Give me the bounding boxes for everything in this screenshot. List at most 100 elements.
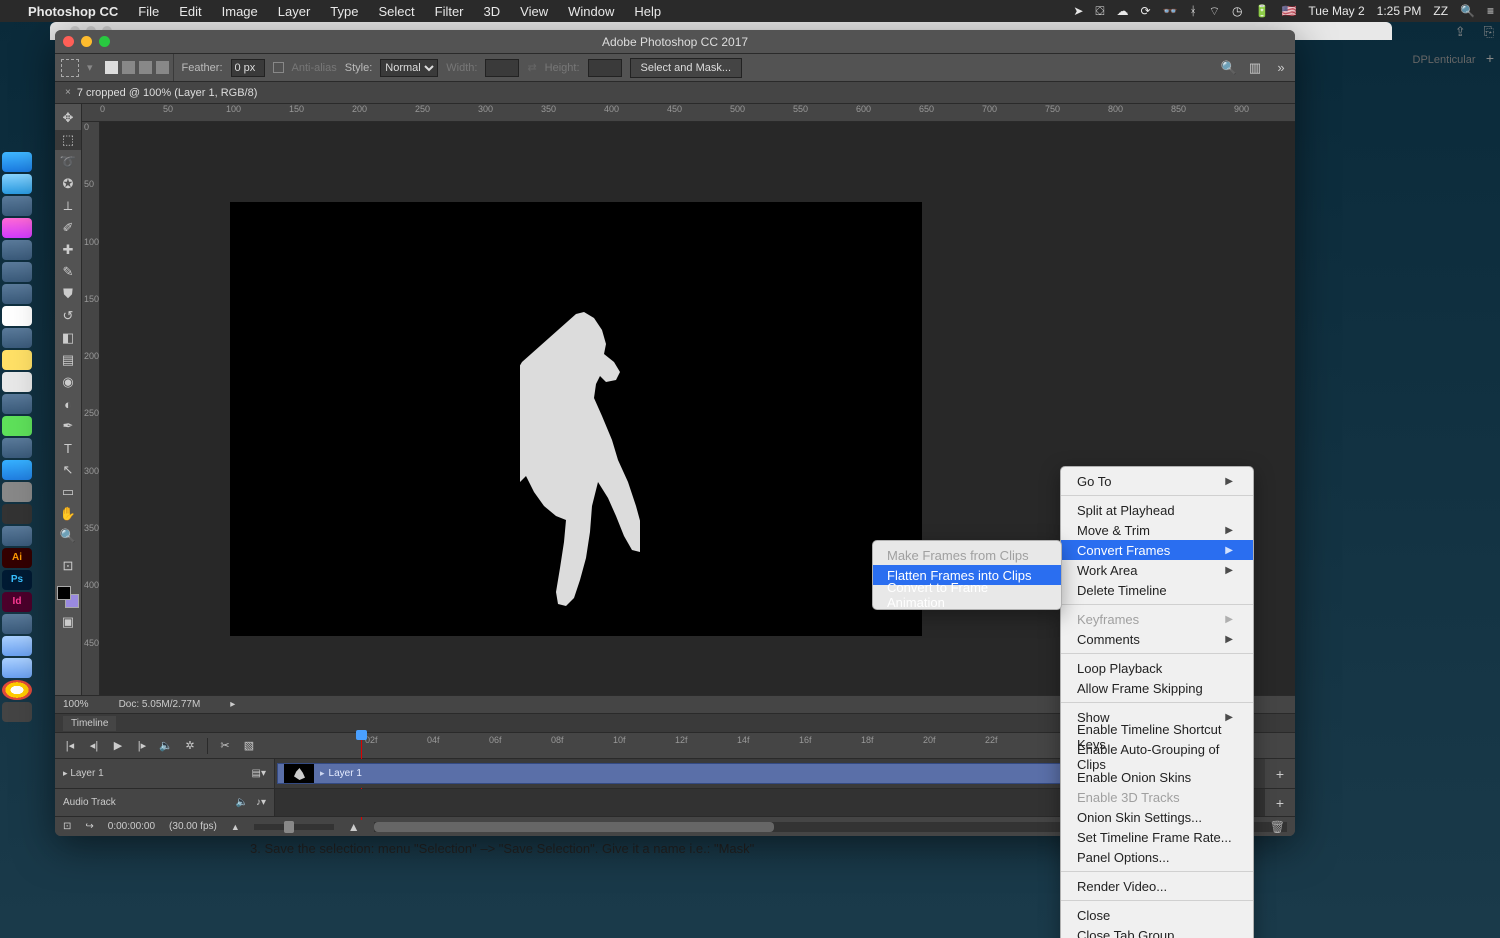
- menu-item[interactable]: Convert Frames▶Make Frames from ClipsFla…: [1061, 540, 1253, 560]
- go-to-first-icon[interactable]: |◂: [63, 739, 77, 752]
- tool-brush[interactable]: ✎: [55, 262, 81, 282]
- status-arrow-icon[interactable]: ▸: [230, 699, 235, 710]
- prev-frame-icon[interactable]: ◂|: [87, 739, 101, 752]
- fg-bg-colors[interactable]: [55, 584, 81, 610]
- layer-options-icon[interactable]: ▤▾: [252, 768, 266, 779]
- dock-app[interactable]: [2, 372, 32, 392]
- tool-blur[interactable]: ◉: [55, 372, 81, 392]
- dock-app[interactable]: [2, 284, 32, 304]
- selection-add-icon[interactable]: [122, 61, 135, 74]
- search-icon[interactable]: 🔍: [1221, 60, 1237, 76]
- menu-item[interactable]: Panel Options...: [1061, 847, 1253, 867]
- zoom-level[interactable]: 100%: [63, 699, 89, 710]
- dock-app[interactable]: [2, 526, 32, 546]
- menu-item[interactable]: Move & Trim▶: [1061, 520, 1253, 540]
- selection-new-icon[interactable]: [105, 61, 118, 74]
- dock-app[interactable]: [2, 240, 32, 260]
- background-new-tab[interactable]: +: [1480, 50, 1500, 66]
- menubar-list-icon[interactable]: ≡: [1487, 4, 1494, 18]
- wifi-icon[interactable]: ⌔: [1209, 4, 1220, 19]
- tool-lasso[interactable]: ➰: [55, 152, 81, 172]
- dock-folder[interactable]: [2, 636, 32, 656]
- menu-item[interactable]: Enable Auto-Grouping of Clips: [1061, 747, 1253, 767]
- menu-item[interactable]: Allow Frame Skipping: [1061, 678, 1253, 698]
- tool-type[interactable]: T: [55, 438, 81, 458]
- menu-item[interactable]: Close Tab Group: [1061, 925, 1253, 938]
- submenu-item[interactable]: Convert to Frame Animation: [873, 585, 1061, 605]
- flag-icon[interactable]: 🇺🇸: [1281, 4, 1296, 18]
- dock-app[interactable]: [2, 196, 32, 216]
- selection-subtract-icon[interactable]: [139, 61, 152, 74]
- menu-type[interactable]: Type: [320, 4, 368, 19]
- menu-filter[interactable]: Filter: [425, 4, 474, 19]
- tool-crop[interactable]: ⟂: [55, 196, 81, 216]
- battery-icon[interactable]: 🔋: [1255, 4, 1270, 18]
- tool-pen[interactable]: ✒: [55, 416, 81, 436]
- dock-finder[interactable]: [2, 152, 32, 172]
- render-icon[interactable]: ↪: [85, 821, 93, 832]
- location-icon[interactable]: ➤: [1073, 4, 1083, 18]
- tool-healing[interactable]: ✚: [55, 240, 81, 260]
- dock-settings[interactable]: [2, 482, 32, 502]
- menu-item[interactable]: Comments▶: [1061, 629, 1253, 649]
- menu-item[interactable]: Loop Playback: [1061, 658, 1253, 678]
- dock-app[interactable]: [2, 328, 32, 348]
- menu-view[interactable]: View: [510, 4, 558, 19]
- dock-calendar[interactable]: [2, 306, 32, 326]
- tool-zoom[interactable]: 🔍: [55, 526, 81, 546]
- dock-illustrator[interactable]: Ai: [2, 548, 32, 568]
- bluetooth-icon[interactable]: ᚼ: [1190, 4, 1197, 18]
- menu-item[interactable]: Work Area▶: [1061, 560, 1253, 580]
- dock-folder[interactable]: [2, 658, 32, 678]
- doc-size[interactable]: Doc: 5.05M/2.77M: [119, 699, 201, 710]
- tool-editmode[interactable]: ⊡: [55, 556, 81, 576]
- menu-item[interactable]: Close: [1061, 905, 1253, 925]
- workspace-icon[interactable]: ▥: [1247, 60, 1263, 76]
- audio-options-icon[interactable]: ♪▾: [256, 797, 266, 808]
- zoom-window-button[interactable]: [99, 36, 110, 47]
- menu-help[interactable]: Help: [624, 4, 671, 19]
- menu-window[interactable]: Window: [558, 4, 624, 19]
- tab-timeline[interactable]: Timeline: [63, 716, 116, 731]
- transition-icon[interactable]: ▧: [242, 739, 256, 752]
- timecode[interactable]: 0:00:00:00: [108, 821, 155, 832]
- menu-edit[interactable]: Edit: [169, 4, 211, 19]
- dock-photoshop[interactable]: Ps: [2, 570, 32, 590]
- timeline-zoom-slider[interactable]: [254, 824, 334, 830]
- tool-screenmode[interactable]: ▣: [55, 612, 81, 632]
- mute-icon[interactable]: 🔈: [159, 739, 173, 752]
- minimize-window-button[interactable]: [81, 36, 92, 47]
- dock-app[interactable]: [2, 614, 32, 634]
- tool-stamp[interactable]: ⛊: [55, 284, 81, 304]
- style-select[interactable]: Normal: [380, 59, 438, 77]
- add-media-button[interactable]: +: [1265, 759, 1295, 788]
- tool-quick-select[interactable]: ✪: [55, 174, 81, 194]
- current-tool-icon[interactable]: [61, 59, 79, 77]
- menu-3d[interactable]: 3D: [474, 4, 511, 19]
- dock-app[interactable]: [2, 262, 32, 282]
- menu-select[interactable]: Select: [368, 4, 424, 19]
- audio-track-header[interactable]: Audio Track 🔈♪▾: [55, 789, 275, 816]
- close-window-button[interactable]: [63, 36, 74, 47]
- document-tab[interactable]: 7 cropped @ 100% (Layer 1, RGB/8): [77, 87, 258, 99]
- dock-indesign[interactable]: Id: [2, 592, 32, 612]
- dock-app[interactable]: [2, 504, 32, 524]
- next-frame-icon[interactable]: |▸: [135, 739, 149, 752]
- tool-history-brush[interactable]: ↺: [55, 306, 81, 326]
- tool-dodge[interactable]: ◐: [55, 394, 81, 414]
- timeline-layer-header[interactable]: ▸ Layer 1 ▤▾: [55, 759, 275, 788]
- menu-item[interactable]: Set Timeline Frame Rate...: [1061, 827, 1253, 847]
- zoom-mountain-large-icon[interactable]: ▲: [348, 820, 360, 834]
- clock-icon[interactable]: ◷: [1232, 4, 1242, 18]
- spotlight-icon[interactable]: 🔍: [1460, 4, 1475, 18]
- audio-mute-icon[interactable]: 🔈: [236, 797, 248, 808]
- panel-menu-icon[interactable]: »: [1273, 60, 1289, 76]
- dock-app[interactable]: [2, 438, 32, 458]
- play-icon[interactable]: ▶: [111, 739, 125, 752]
- dock-chrome[interactable]: [2, 680, 32, 700]
- add-audio-button[interactable]: +: [1265, 789, 1295, 816]
- tool-path[interactable]: ↖: [55, 460, 81, 480]
- tool-move[interactable]: ✥: [55, 108, 81, 128]
- menu-item[interactable]: Go To▶: [1061, 471, 1253, 491]
- dock-itunes[interactable]: [2, 218, 32, 238]
